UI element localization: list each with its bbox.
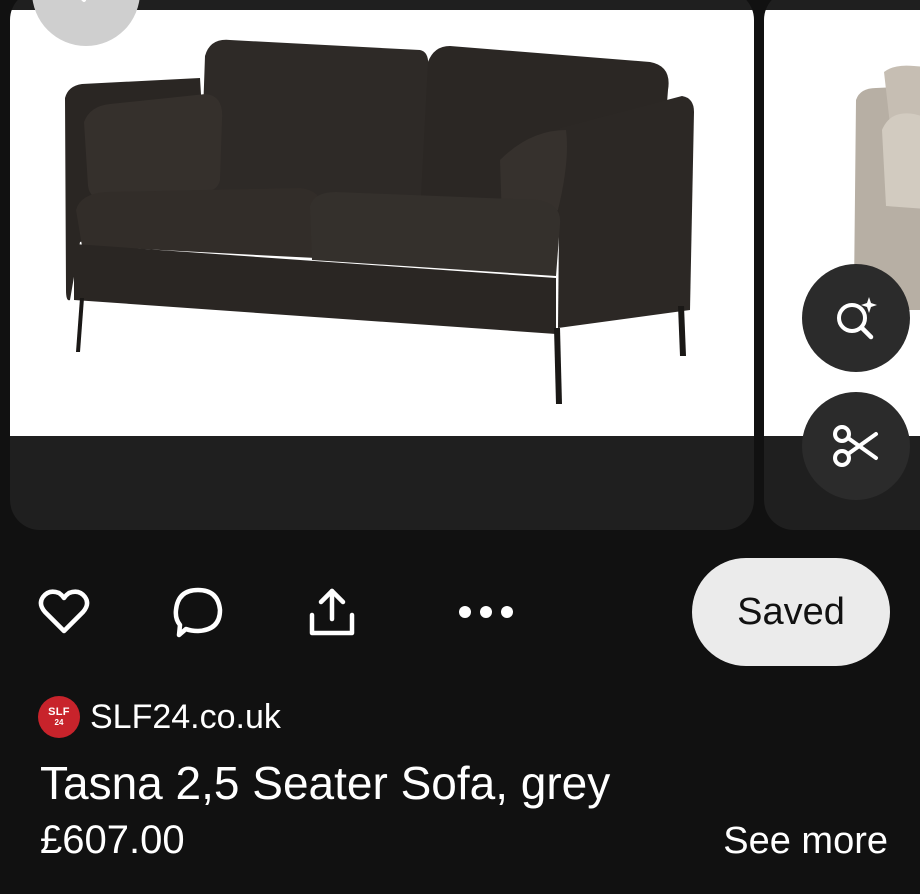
more-icon: [459, 606, 513, 618]
share-icon: [309, 588, 355, 636]
pin-card[interactable]: [10, 0, 754, 530]
next-sofa-illustration: [853, 65, 920, 310]
product-price: £607.00: [40, 818, 185, 862]
pin-closeup-screen: Saved SLF 24 SLF24.co.uk Tasna 2,5 Seate…: [0, 0, 920, 894]
saved-button[interactable]: Saved: [692, 558, 890, 666]
sofa-image[interactable]: [10, 10, 754, 436]
source-logo-subtext: 24: [54, 718, 64, 727]
comment-button[interactable]: [168, 584, 228, 640]
action-bar: Saved: [0, 558, 920, 666]
visual-search-icon: [837, 297, 877, 340]
source-name[interactable]: SLF24.co.uk: [90, 698, 281, 737]
pin-title: Tasna 2,5 Seater Sofa, grey: [40, 757, 611, 809]
crop-button[interactable]: [802, 392, 910, 500]
scissors-icon: [833, 425, 878, 467]
chevron-left-icon: [81, 0, 86, 2]
source-link[interactable]: SLF 24 SLF24.co.uk: [38, 694, 281, 740]
sofa-illustration: [65, 39, 694, 404]
like-button[interactable]: [34, 584, 94, 640]
visual-search-button[interactable]: [802, 264, 910, 372]
heart-icon: [38, 589, 90, 634]
source-logo-text: SLF: [48, 706, 70, 718]
share-button[interactable]: [302, 584, 362, 640]
next-pin-image[interactable]: [764, 10, 920, 436]
comment-icon: [173, 587, 223, 638]
more-options-button[interactable]: [456, 584, 516, 640]
source-logo: SLF 24: [38, 696, 80, 738]
see-more-link[interactable]: See more: [723, 820, 888, 863]
